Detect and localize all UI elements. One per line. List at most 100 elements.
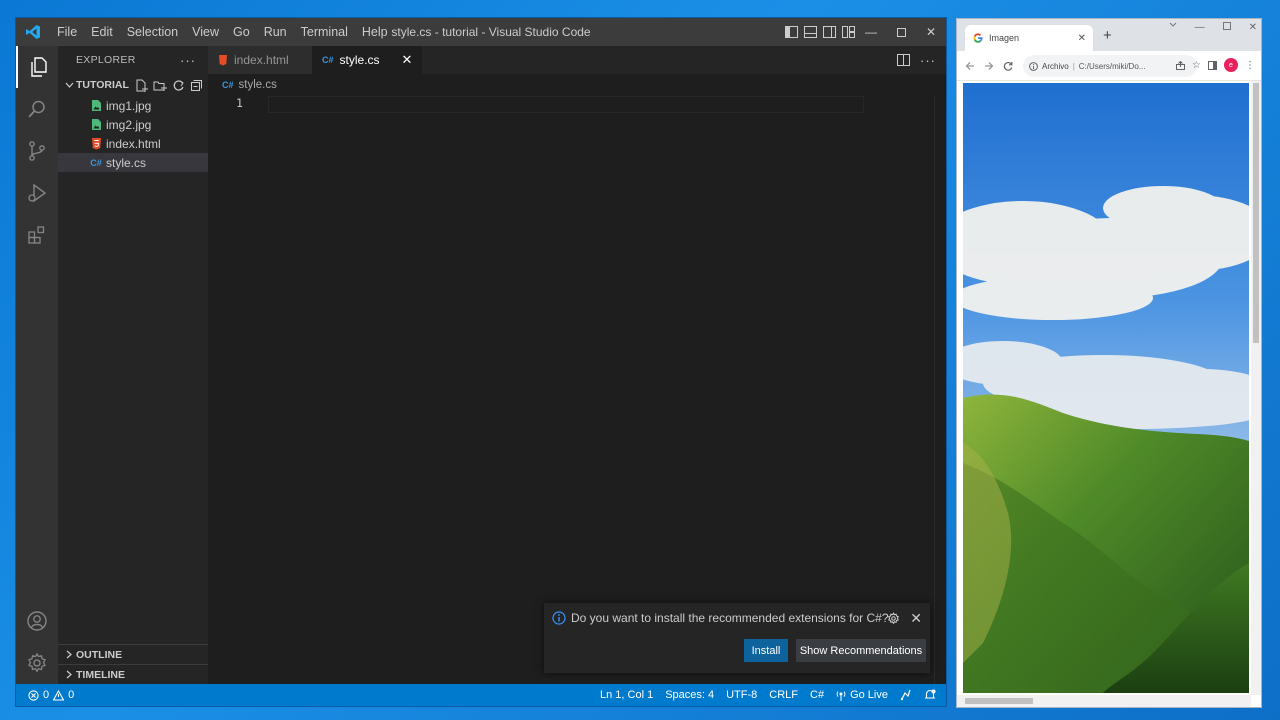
extensions-icon[interactable] — [16, 214, 58, 256]
more-actions-icon[interactable]: ··· — [180, 53, 196, 68]
chrome-tab[interactable]: Imagen ✕ — [965, 25, 1093, 51]
notification-close-icon[interactable]: ✕ — [910, 610, 922, 627]
go-live-label: Go Live — [850, 689, 888, 701]
notification-settings-icon[interactable] — [887, 612, 900, 625]
more-actions-icon[interactable]: ··· — [920, 53, 936, 68]
reload-icon[interactable] — [1003, 61, 1013, 71]
close-tab-icon[interactable]: ✕ — [1078, 33, 1086, 44]
image-file-icon — [88, 117, 104, 133]
notifications-bell-icon[interactable] — [924, 689, 936, 701]
chrome-menu-icon[interactable]: ⋮ — [1245, 60, 1255, 71]
warning-icon — [53, 689, 65, 701]
timeline-section[interactable]: TIMELINE — [58, 664, 208, 684]
feedback-icon[interactable] — [900, 689, 912, 701]
run-debug-icon[interactable] — [16, 172, 58, 214]
maximize-icon[interactable] — [886, 18, 916, 46]
end-of-line[interactable]: CRLF — [769, 689, 798, 701]
minimize-icon[interactable]: — — [856, 18, 886, 46]
scheme-label: Archivo — [1042, 61, 1069, 71]
explorer-sidebar: EXPLORER ··· TUTORIAL img1.jpg img2.jpg … — [58, 46, 208, 684]
image-file-icon — [88, 98, 104, 114]
code-editor[interactable]: 1 — [208, 96, 934, 684]
breadcrumb-file[interactable]: style.cs — [239, 79, 277, 91]
minimize-icon[interactable]: — — [1195, 22, 1205, 33]
back-arrow-icon[interactable] — [965, 61, 975, 71]
scrollbar-thumb[interactable] — [965, 698, 1033, 704]
tree-item-img2[interactable]: img2.jpg — [58, 115, 208, 134]
collapse-all-icon[interactable] — [190, 79, 203, 92]
new-folder-icon[interactable] — [153, 79, 167, 92]
info-icon[interactable] — [1029, 61, 1038, 71]
split-editor-icon[interactable] — [897, 54, 910, 66]
info-icon — [552, 611, 566, 625]
close-tab-icon[interactable]: ✕ — [402, 52, 413, 68]
folder-name: TUTORIAL — [76, 79, 129, 91]
horizontal-scrollbar[interactable] — [957, 695, 1251, 707]
new-file-icon[interactable] — [135, 79, 148, 92]
customize-layout-icon[interactable] — [841, 25, 856, 40]
close-icon[interactable]: ✕ — [1249, 22, 1257, 33]
menu-view[interactable]: View — [185, 18, 226, 46]
landscape-image — [963, 83, 1249, 693]
menu-run[interactable]: Run — [257, 18, 294, 46]
editor-tab-bar: index.html C# style.cs ✕ ··· — [208, 46, 946, 74]
html-file-icon — [88, 136, 104, 152]
encoding[interactable]: UTF-8 — [726, 689, 757, 701]
layout-controls — [784, 18, 856, 46]
bookmark-star-icon[interactable]: ☆ — [1192, 60, 1201, 71]
menu-edit[interactable]: Edit — [84, 18, 120, 46]
maximize-icon[interactable] — [1222, 22, 1231, 33]
toggle-sidebar-icon[interactable] — [784, 25, 799, 40]
install-button[interactable]: Install — [744, 639, 788, 662]
menu-go[interactable]: Go — [226, 18, 257, 46]
close-icon[interactable]: ✕ — [916, 18, 946, 46]
search-icon[interactable] — [16, 88, 58, 130]
menu-file[interactable]: File — [50, 18, 84, 46]
tab-search-icon[interactable] — [1169, 22, 1177, 33]
language-mode[interactable]: C# — [810, 689, 824, 701]
outline-section[interactable]: OUTLINE — [58, 644, 208, 664]
file-name: img1.jpg — [106, 98, 152, 113]
vertical-scrollbar[interactable] — [1251, 81, 1261, 695]
problems-indicator[interactable]: 0 0 — [16, 689, 74, 701]
tab-index-html[interactable]: index.html — [208, 46, 312, 74]
editor-scrollbar[interactable] — [934, 96, 946, 684]
editor-actions: ··· — [897, 46, 936, 74]
folder-actions — [135, 79, 208, 92]
profile-avatar[interactable]: e — [1224, 58, 1238, 72]
settings-gear-icon[interactable] — [16, 642, 58, 684]
new-tab-icon[interactable]: + — [1103, 27, 1112, 44]
folder-tutorial[interactable]: TUTORIAL — [58, 74, 208, 96]
source-control-icon[interactable] — [16, 130, 58, 172]
menu-terminal[interactable]: Terminal — [294, 18, 355, 46]
explorer-icon[interactable] — [16, 46, 58, 88]
notification-text: Do you want to install the recommended e… — [571, 611, 889, 625]
show-recommendations-button[interactable]: Show Recommendations — [796, 639, 926, 662]
explorer-title: EXPLORER — [76, 54, 136, 66]
accounts-icon[interactable] — [16, 600, 58, 642]
go-live-button[interactable]: Go Live — [836, 689, 888, 701]
chrome-tab-title: Imagen — [989, 33, 1020, 43]
warning-count: 0 — [68, 689, 75, 701]
tree-item-style-cs[interactable]: C# style.cs — [58, 153, 208, 172]
chrome-toolbar-actions: ☆ e ⋮ — [1176, 58, 1255, 72]
explorer-header: EXPLORER ··· — [58, 46, 208, 74]
refresh-icon[interactable] — [172, 79, 185, 92]
tab-style-cs[interactable]: C# style.cs ✕ — [312, 46, 423, 74]
toggle-panel-icon[interactable] — [803, 25, 818, 40]
forward-arrow-icon[interactable] — [984, 61, 994, 71]
html-file-icon — [218, 54, 228, 66]
broadcast-icon — [836, 690, 846, 701]
address-bar[interactable]: Archivo | C:/Users/miki/Do... — [1023, 55, 1197, 77]
indentation[interactable]: Spaces: 4 — [665, 689, 714, 701]
share-icon[interactable] — [1176, 60, 1186, 70]
scrollbar-thumb[interactable] — [1253, 83, 1259, 343]
menu-selection[interactable]: Selection — [120, 18, 185, 46]
cursor-position[interactable]: Ln 1, Col 1 — [600, 689, 653, 701]
vscode-window: File Edit Selection View Go Run Terminal… — [16, 18, 946, 706]
extension-notification: Do you want to install the recommended e… — [544, 603, 930, 673]
tree-item-index-html[interactable]: index.html — [58, 134, 208, 153]
toggle-secondary-sidebar-icon[interactable] — [822, 25, 837, 40]
side-panel-icon[interactable] — [1208, 60, 1217, 70]
tree-item-img1[interactable]: img1.jpg — [58, 96, 208, 115]
